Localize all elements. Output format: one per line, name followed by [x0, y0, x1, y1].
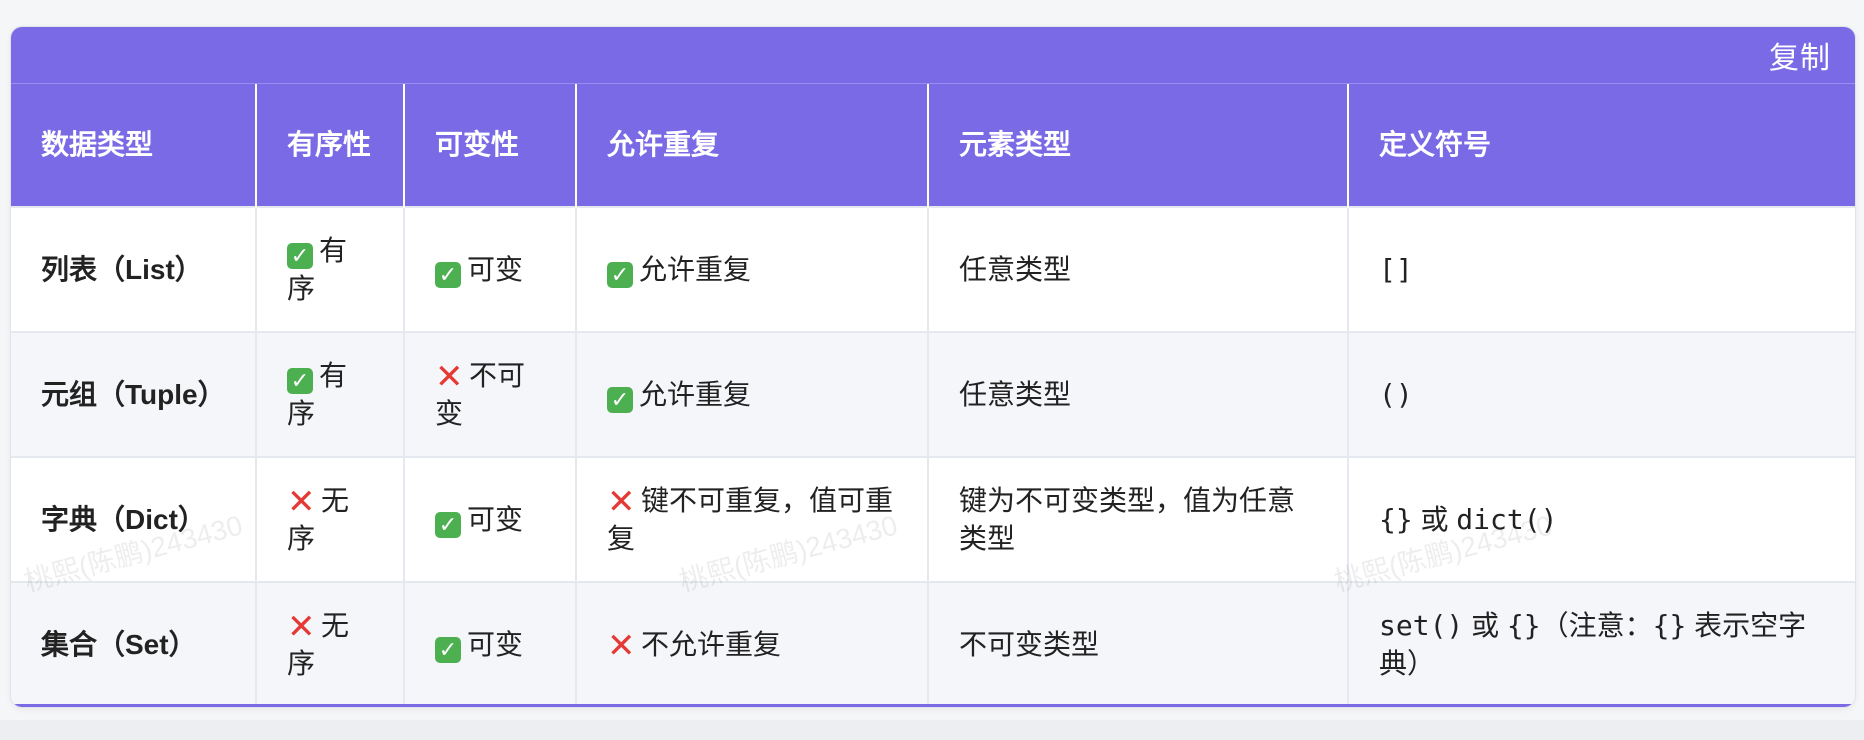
data-types-table: 数据类型 有序性 可变性 允许重复 元素类型 定义符号 列表（List） ✓ 有序… — [11, 84, 1855, 706]
symbol-code: {} — [1652, 608, 1687, 642]
cell-ordered: ✕ 无序 — [256, 581, 405, 706]
symbol-code: set() — [1379, 608, 1464, 642]
data-types-table-card: 复制 数据类型 有序性 可变性 允许重复 元素类型 定义符号 列表（List） … — [10, 26, 1856, 708]
header-element-type: 元素类型 — [928, 84, 1349, 207]
symbol-note-text: （注意： — [1540, 609, 1653, 641]
table-row: 字典（Dict） ✕ 无序 ✓ 可变 ✕ 键不可重复，值可重复 键为不可变类型，值为任… — [11, 456, 1855, 582]
cell-ordered: ✓ 有序 — [256, 331, 405, 457]
cell-type: 元组（Tuple） — [11, 331, 257, 457]
header-data-type: 数据类型 — [11, 84, 257, 207]
cross-mark-icon: ✕ — [435, 357, 464, 396]
symbol-code: [] — [1379, 252, 1413, 286]
cell-mutable: ✓ 可变 — [404, 206, 577, 332]
header-symbol: 定义符号 — [1348, 84, 1855, 207]
copy-button[interactable]: 复制 — [1769, 33, 1831, 77]
check-mark-icon: ✓ — [435, 636, 461, 663]
header-duplicates: 允许重复 — [576, 84, 929, 207]
page-bottom-strip — [0, 720, 1864, 740]
header-ordered: 有序性 — [256, 84, 405, 207]
cell-element-type: 不可变类型 — [928, 581, 1349, 706]
cell-symbol: {} 或 dict() — [1348, 456, 1855, 582]
check-mark-icon: ✓ — [287, 242, 313, 269]
cell-duplicates: ✕ 键不可重复，值可重复 — [576, 456, 929, 582]
check-mark-icon: ✓ — [607, 386, 633, 413]
cell-mutable-text: 可变 — [467, 628, 524, 660]
table-toolbar: 复制 — [11, 27, 1855, 84]
cell-element-type: 任意类型 — [928, 331, 1349, 457]
cell-mutable: ✓ 可变 — [404, 581, 577, 706]
cell-mutable-text: 可变 — [467, 503, 524, 535]
table-header-row: 数据类型 有序性 可变性 允许重复 元素类型 定义符号 — [11, 84, 1855, 207]
table-row: 元组（Tuple） ✓ 有序 ✕ 不可变 ✓ 允许重复 任意类型 () — [11, 331, 1855, 457]
symbol-or-text: 或 — [1463, 609, 1507, 641]
symbol-code: () — [1379, 377, 1413, 411]
symbol-code: dict() — [1456, 502, 1558, 536]
check-mark-icon: ✓ — [435, 511, 461, 538]
cross-mark-icon: ✕ — [607, 482, 636, 521]
header-mutable: 可变性 — [404, 84, 577, 207]
cell-duplicates-text: 允许重复 — [639, 378, 752, 410]
symbol-code: {} — [1379, 502, 1413, 536]
check-mark-icon: ✓ — [435, 261, 461, 288]
cross-mark-icon: ✕ — [287, 607, 316, 646]
cell-mutable: ✓ 可变 — [404, 456, 577, 582]
cell-ordered: ✕ 无序 — [256, 456, 405, 582]
cell-symbol: [] — [1348, 206, 1855, 332]
cell-element-type: 任意类型 — [928, 206, 1349, 332]
symbol-code: {} — [1506, 608, 1541, 642]
table-row: 集合（Set） ✕ 无序 ✓ 可变 ✕ 不允许重复 不可变类型 set() 或 {}（… — [11, 581, 1855, 706]
cell-duplicates: ✓ 允许重复 — [576, 206, 929, 332]
cross-mark-icon: ✕ — [287, 482, 316, 521]
check-mark-icon: ✓ — [607, 261, 633, 288]
check-mark-icon: ✓ — [287, 367, 313, 394]
cell-duplicates-text: 键不可重复，值可重复 — [607, 484, 894, 554]
cell-duplicates: ✕ 不允许重复 — [576, 581, 929, 706]
cell-duplicates: ✓ 允许重复 — [576, 331, 929, 457]
cell-mutable: ✕ 不可变 — [404, 331, 577, 457]
cell-duplicates-text: 不允许重复 — [641, 628, 782, 660]
cell-symbol: () — [1348, 331, 1855, 457]
cross-mark-icon: ✕ — [607, 626, 636, 665]
cell-type: 列表（List） — [11, 206, 257, 332]
cell-mutable-text: 可变 — [467, 253, 524, 285]
cell-symbol: set() 或 {}（注意：{} 表示空字典） — [1348, 581, 1855, 706]
cell-type: 集合（Set） — [11, 581, 257, 706]
cell-element-type: 键为不可变类型，值为任意类型 — [928, 456, 1349, 582]
cell-duplicates-text: 允许重复 — [639, 253, 752, 285]
symbol-or-text: 或 — [1412, 503, 1457, 535]
cell-type: 字典（Dict） — [11, 456, 257, 582]
table-row: 列表（List） ✓ 有序 ✓ 可变 ✓ 允许重复 任意类型 [] — [11, 206, 1855, 332]
cell-ordered: ✓ 有序 — [256, 206, 405, 332]
